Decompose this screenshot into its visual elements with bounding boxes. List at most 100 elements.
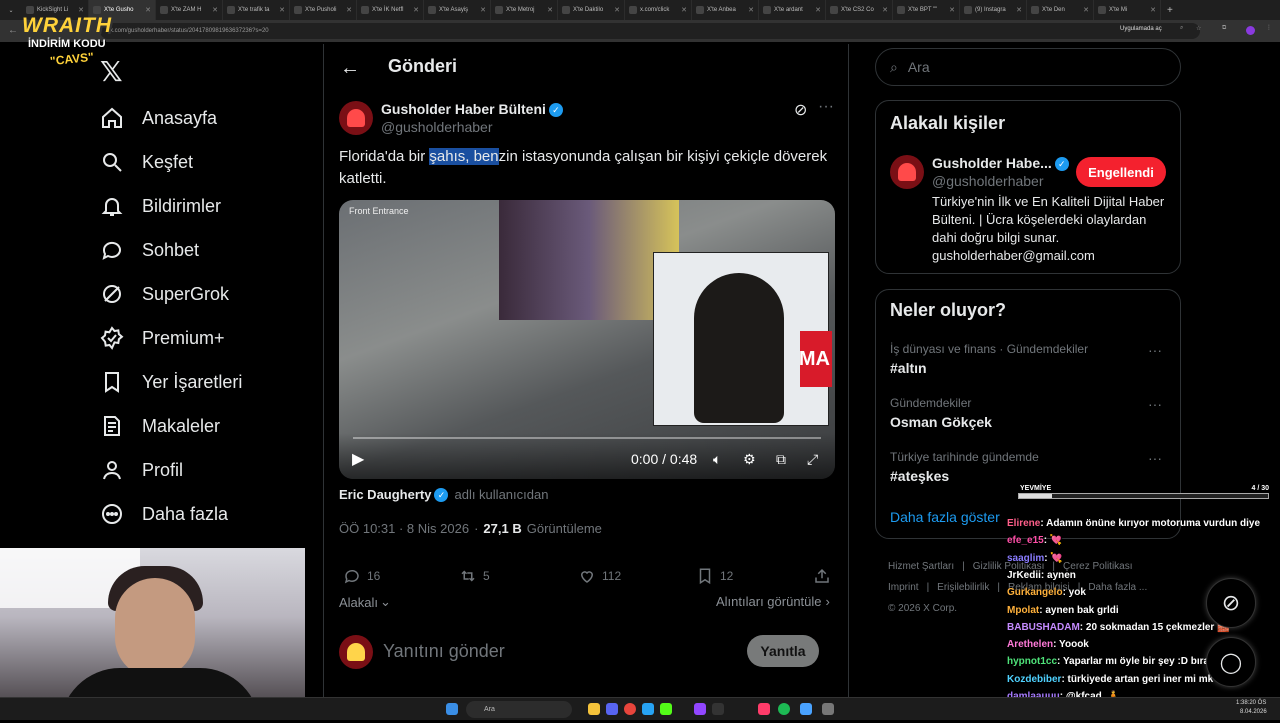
- sidebar-item-9[interactable]: Daha fazla: [100, 492, 242, 536]
- author-handle[interactable]: @gusholderhaber: [381, 119, 493, 135]
- extensions-icon[interactable]: ⧉: [1222, 25, 1226, 32]
- browser-tab[interactable]: X'te Anbea ✕: [692, 0, 759, 20]
- browser-tab[interactable]: X'te Pusholi ✕: [290, 0, 357, 20]
- chat-username[interactable]: Mpolat: [1007, 605, 1039, 616]
- close-icon[interactable]: ✕: [882, 6, 888, 14]
- browser-tab[interactable]: X'te ZAM H ✕: [156, 0, 223, 20]
- sidebar-item-1[interactable]: Keşfet: [100, 140, 242, 184]
- trend-item[interactable]: İş dünyası ve finans · Gündemdekiler #alt…: [890, 342, 1170, 376]
- close-icon[interactable]: ✕: [480, 6, 486, 14]
- browser-tab[interactable]: X'te Asayiş ✕: [424, 0, 491, 20]
- reply-button[interactable]: 16: [343, 567, 380, 585]
- app-icon[interactable]: [822, 703, 834, 715]
- zoom-icon[interactable]: ⌕: [1180, 25, 1183, 32]
- grok-fab-button[interactable]: ⊘: [1206, 578, 1256, 628]
- chat-username[interactable]: JrKedii: [1007, 570, 1041, 581]
- more-options-icon[interactable]: ···: [818, 98, 834, 116]
- footer-link[interactable]: Hizmet Şartları: [888, 561, 954, 572]
- browser-tab[interactable]: x.com/click ✕: [625, 0, 692, 20]
- open-in-app-button[interactable]: Uygulamada aç: [1120, 26, 1162, 32]
- grok-icon[interactable]: ⊘: [794, 100, 807, 120]
- bookmark-button[interactable]: 12: [696, 567, 733, 585]
- sidebar-item-2[interactable]: Bildirimler: [100, 184, 242, 228]
- close-icon[interactable]: ✕: [1083, 6, 1089, 14]
- spotify-icon[interactable]: [778, 703, 790, 715]
- browser-tab[interactable]: X'te CS2 Co ✕: [826, 0, 893, 20]
- like-button[interactable]: 112: [578, 567, 621, 585]
- related-user[interactable]: Gusholder Habe... ✓ @gusholderhaber: [932, 155, 1069, 191]
- chat-username[interactable]: Arethelen: [1007, 639, 1053, 650]
- back-arrow-icon[interactable]: ←: [340, 57, 360, 80]
- steam-icon[interactable]: [642, 703, 654, 715]
- footer-link[interactable]: Erişilebilirlik: [937, 582, 989, 593]
- trend-item[interactable]: Gündemdekiler Osman Gökçek ···: [890, 396, 1170, 430]
- url-field[interactable]: x.com/gusholderhaber/status/204178098196…: [100, 23, 1200, 39]
- chat-username[interactable]: BABUSHADAM: [1007, 622, 1080, 633]
- reply-submit-button[interactable]: Yanıtla: [747, 635, 819, 667]
- sidebar-item-6[interactable]: Yer İşaretleri: [100, 360, 242, 404]
- sidebar-item-0[interactable]: Anasayfa: [100, 96, 242, 140]
- close-icon[interactable]: ✕: [614, 6, 620, 14]
- close-icon[interactable]: ✕: [346, 6, 352, 14]
- author-avatar[interactable]: [339, 101, 373, 135]
- close-icon[interactable]: ✕: [145, 6, 151, 14]
- footer-link[interactable]: Imprint: [888, 582, 919, 593]
- view-quotes-link[interactable]: Alıntıları görüntüle ›: [716, 594, 830, 609]
- share-button[interactable]: [813, 567, 831, 585]
- show-more-link[interactable]: Daha fazla göster: [890, 509, 1000, 525]
- close-icon[interactable]: ✕: [78, 6, 84, 14]
- close-icon[interactable]: ✕: [681, 6, 687, 14]
- taskbar-search[interactable]: Ara: [466, 701, 572, 718]
- chat-username[interactable]: Elirene: [1007, 518, 1040, 529]
- app-icon[interactable]: [758, 703, 770, 715]
- chat-username[interactable]: Gurkangelo: [1007, 587, 1063, 598]
- discord-icon[interactable]: [606, 703, 618, 715]
- browser-tab[interactable]: X'te ardant ✕: [759, 0, 826, 20]
- obs-icon[interactable]: [712, 703, 724, 715]
- trend-more-icon[interactable]: ···: [1148, 342, 1162, 358]
- browser-tab[interactable]: X'te İK Netfl ✕: [357, 0, 424, 20]
- video-player[interactable]: Front Entrance MA ▶ 0:00 / 0:48 🔈︎ ⚙ ⧉ ⤢: [339, 200, 835, 479]
- settings-icon[interactable]: ⚙: [743, 451, 756, 468]
- chrome-icon[interactable]: [624, 703, 636, 715]
- trend-more-icon[interactable]: ···: [1148, 396, 1162, 412]
- repost-button[interactable]: 5: [459, 567, 490, 585]
- browser-tab[interactable]: X'te Daktilo ✕: [558, 0, 625, 20]
- pip-icon[interactable]: ⧉: [776, 451, 786, 468]
- close-icon[interactable]: ✕: [1150, 6, 1156, 14]
- twitch-icon[interactable]: [694, 703, 706, 715]
- star-icon[interactable]: ☆: [1196, 25, 1201, 32]
- sidebar-item-7[interactable]: Makaleler: [100, 404, 242, 448]
- play-icon[interactable]: ▶: [352, 449, 364, 469]
- kick-icon[interactable]: [660, 703, 672, 715]
- close-icon[interactable]: ✕: [949, 6, 955, 14]
- new-tab-icon[interactable]: +: [1167, 5, 1173, 16]
- close-icon[interactable]: ✕: [1016, 6, 1022, 14]
- close-icon[interactable]: ✕: [815, 6, 821, 14]
- x-logo-icon[interactable]: 𝕏: [100, 55, 123, 88]
- browser-tab[interactable]: X'te Metroj ✕: [491, 0, 558, 20]
- profile-avatar[interactable]: [1246, 26, 1255, 35]
- tab-menu-icon[interactable]: ⌄: [0, 7, 22, 14]
- sidebar-item-8[interactable]: Profil: [100, 448, 242, 492]
- volume-icon[interactable]: 🔈︎: [713, 451, 721, 468]
- trend-more-icon[interactable]: ···: [1148, 450, 1162, 466]
- sidebar-item-3[interactable]: Sohbet: [100, 228, 242, 272]
- sidebar-item-5[interactable]: Premium+: [100, 316, 242, 360]
- start-icon[interactable]: [446, 703, 458, 715]
- author-name[interactable]: Gusholder Haber Bülteni: [381, 101, 546, 117]
- back-icon[interactable]: ←: [8, 25, 18, 36]
- fullscreen-icon[interactable]: ⤢: [807, 451, 818, 468]
- relevant-sort[interactable]: Alakalı ⌄: [339, 594, 391, 610]
- chat-username[interactable]: saaglim: [1007, 553, 1044, 564]
- browser-tab[interactable]: X'te trafik ta ✕: [223, 0, 290, 20]
- reply-input[interactable]: Yanıtını gönder: [383, 641, 505, 662]
- chat-username[interactable]: efe_e15: [1007, 535, 1044, 546]
- search-input[interactable]: ⌕ Ara: [875, 48, 1181, 86]
- chat-username[interactable]: hypnot1cc: [1007, 656, 1057, 667]
- browser-tab[interactable]: X'te Den ✕: [1027, 0, 1094, 20]
- close-icon[interactable]: ✕: [212, 6, 218, 14]
- related-avatar[interactable]: [890, 155, 924, 189]
- video-progress-bar[interactable]: [353, 437, 821, 439]
- menu-icon[interactable]: ⋮: [1266, 24, 1272, 31]
